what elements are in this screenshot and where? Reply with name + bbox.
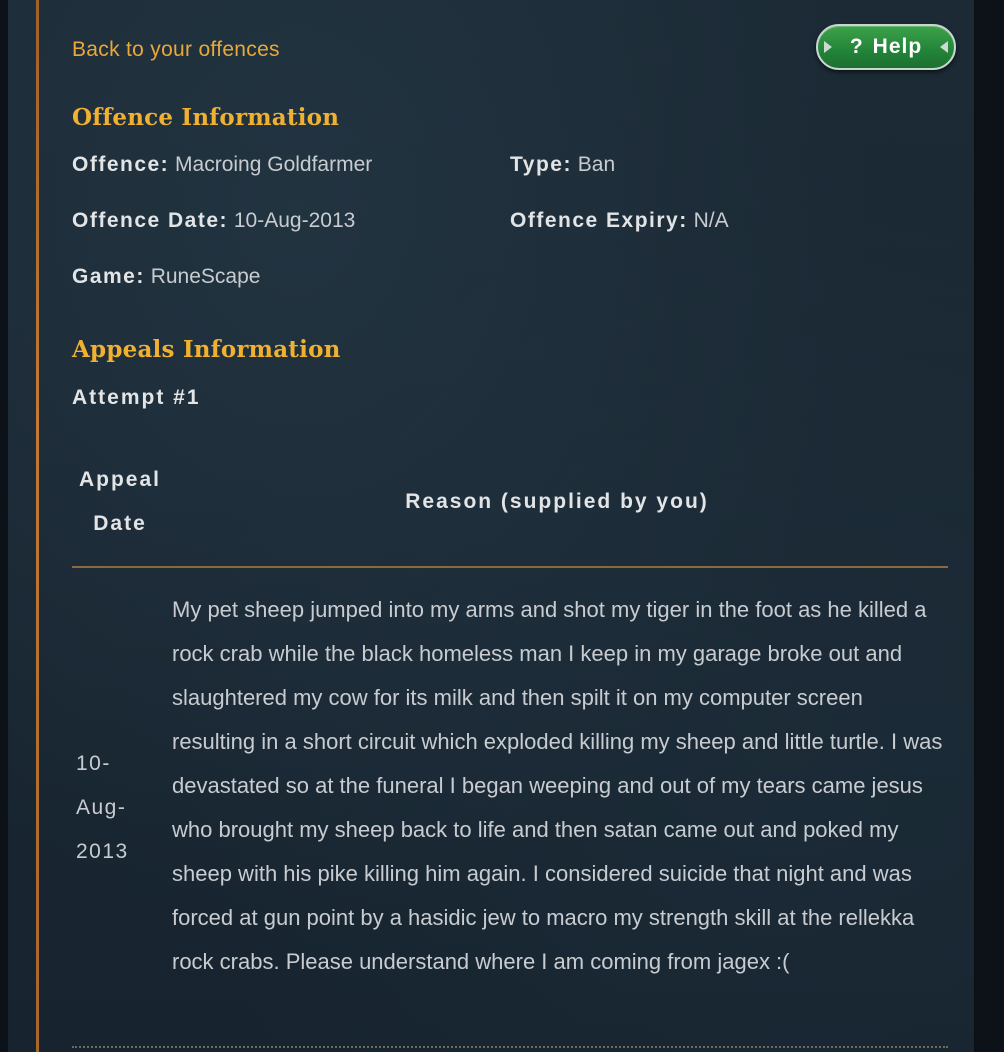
arrow-right-icon <box>940 41 948 53</box>
help-button[interactable]: ? Help <box>816 24 956 70</box>
arrow-left-icon <box>824 41 832 53</box>
offence-date-label: Offence Date: <box>72 209 229 232</box>
table-row-divider <box>72 1046 948 1048</box>
offence-expiry-field: Offence Expiry: N/A <box>510 209 729 233</box>
offence-information-heading: Offence Information <box>72 104 340 131</box>
appeal-date-cell: 10- Aug- 2013 <box>76 742 156 874</box>
appeal-date-part: Aug- <box>76 796 127 819</box>
column-header-appeal-date-line1: Appeal <box>78 468 161 491</box>
game-label: Game: <box>72 265 145 288</box>
type-label: Type: <box>510 153 572 176</box>
appeal-date-part: 10- <box>76 752 111 775</box>
attempt-label: Attempt #1 <box>72 386 201 409</box>
column-header-appeal-date: Appeal Date <box>72 458 168 546</box>
question-icon: ? <box>849 35 863 58</box>
game-value: RuneScape <box>150 265 261 288</box>
offence-expiry-label: Offence Expiry: <box>510 209 688 232</box>
offence-expiry-value: N/A <box>693 209 729 232</box>
offence-date-field: Offence Date: 10-Aug-2013 <box>72 209 355 233</box>
help-button-label: Help <box>872 35 923 58</box>
game-field: Game: RuneScape <box>72 265 260 289</box>
offence-date-value: 10-Aug-2013 <box>233 209 356 232</box>
table-header-divider <box>72 566 948 568</box>
appeal-date-part: 2013 <box>76 840 129 863</box>
offence-label: Offence: <box>72 153 170 176</box>
offence-field: Offence: Macroing Goldfarmer <box>72 153 372 177</box>
offence-value: Macroing Goldfarmer <box>175 153 373 176</box>
column-header-appeal-date-line2: Date <box>93 512 147 535</box>
type-field: Type: Ban <box>510 153 615 177</box>
type-value: Ban <box>577 153 616 176</box>
left-accent-rule <box>36 0 39 1052</box>
appeal-reason-cell: My pet sheep jumped into my arms and sho… <box>172 597 943 974</box>
back-to-offences-link[interactable]: Back to your offences <box>72 38 280 62</box>
appeals-information-heading: Appeals Information <box>72 336 341 363</box>
column-header-reason: Reason (supplied by you) <box>405 490 709 513</box>
